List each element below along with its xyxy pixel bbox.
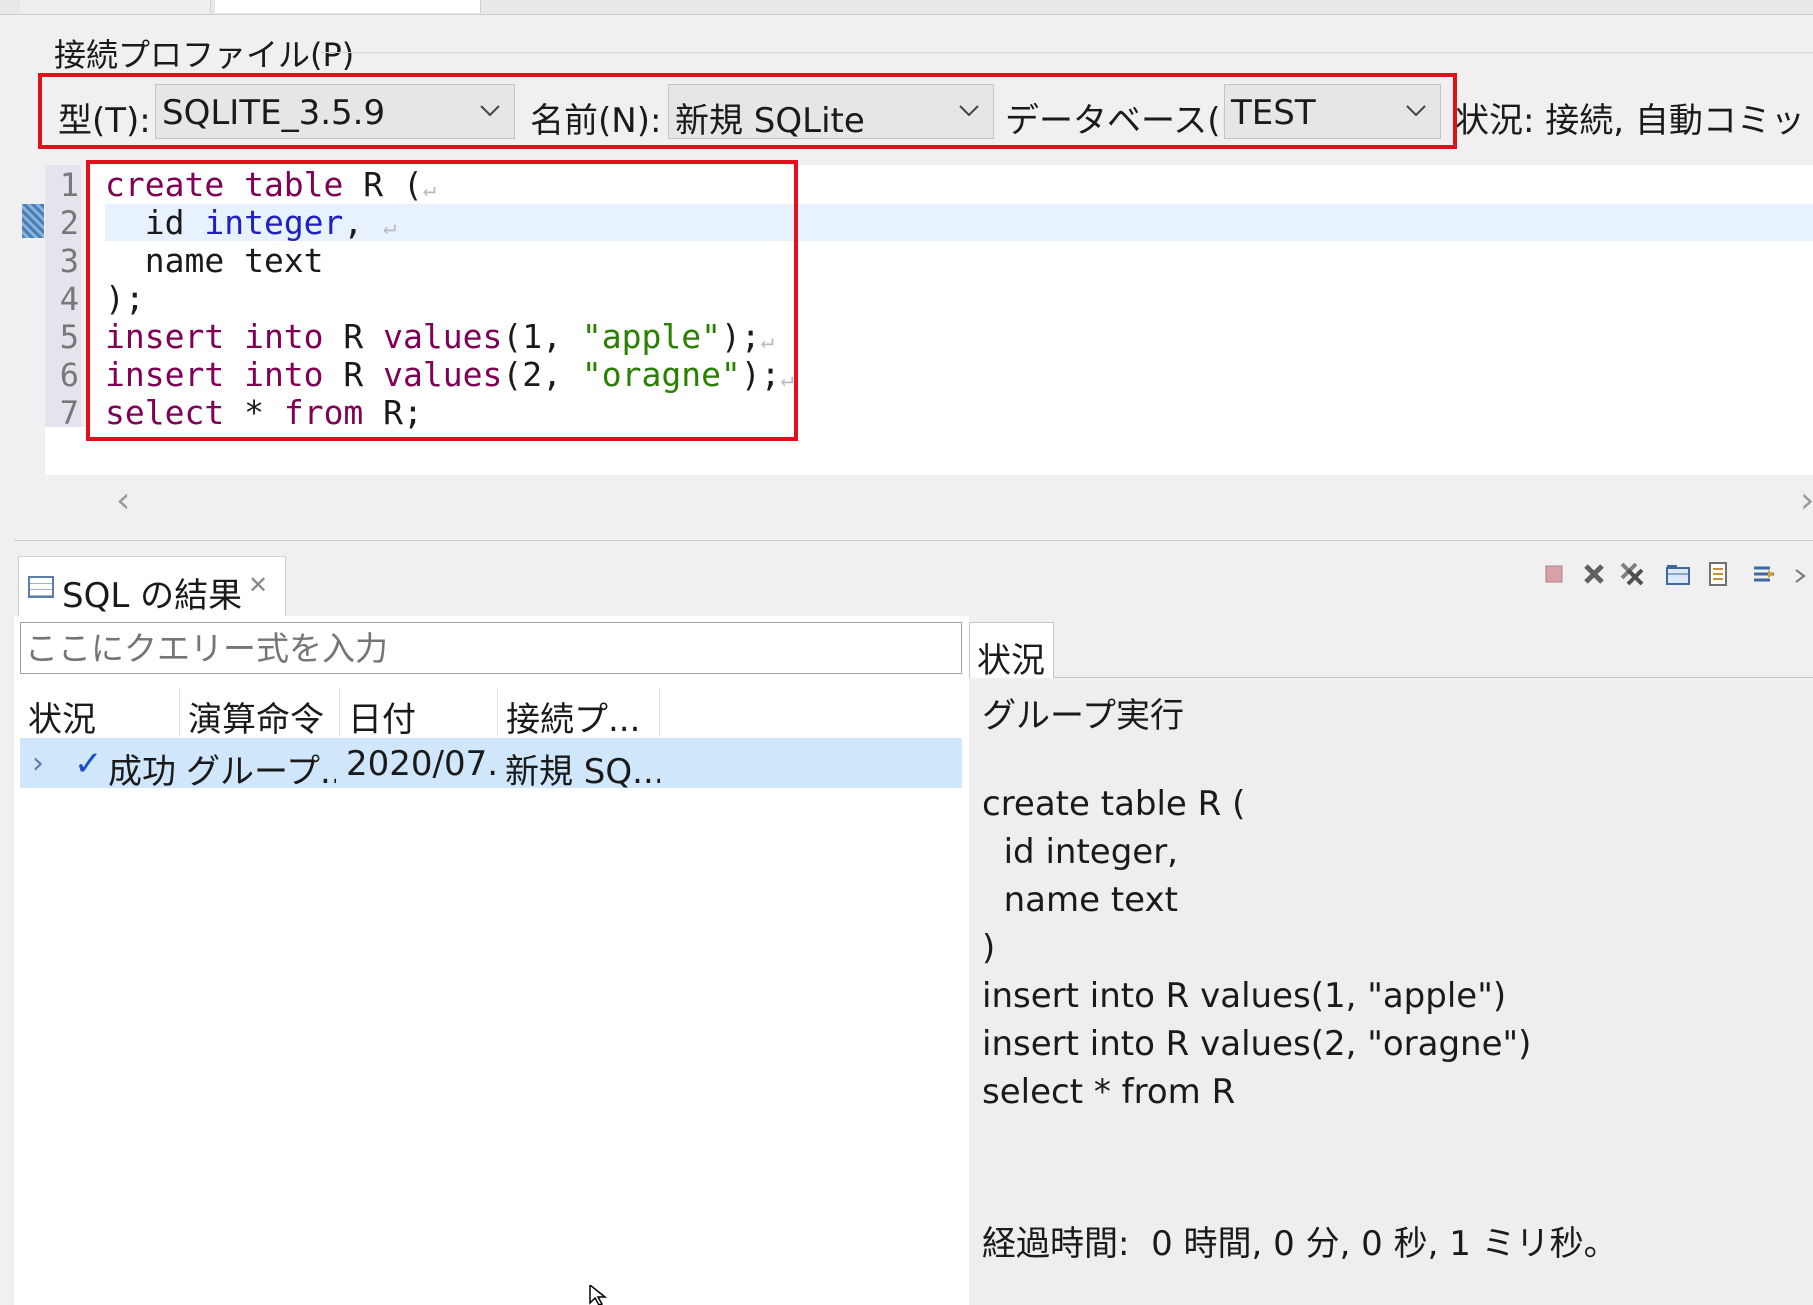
status-detail-line: create table R (	[982, 784, 1246, 824]
editor-horizontal-scrollbar[interactable]	[100, 475, 1813, 527]
mouse-cursor-icon	[589, 1285, 608, 1305]
view-menu-icon[interactable]	[1792, 560, 1813, 588]
status-detail-line: )	[982, 928, 996, 968]
status-detail-line: グループ実行	[982, 696, 1184, 736]
open-table-icon[interactable]	[1664, 560, 1692, 588]
column-header-connection[interactable]: 接続プ...	[498, 688, 660, 736]
connection-status: 状況: 接続, 自動コミット	[1455, 101, 1813, 141]
column-header-operation[interactable]: 演算命令	[180, 688, 340, 736]
line-number: 5	[59, 318, 79, 356]
pane-separator	[14, 540, 1813, 541]
status-detail-line: insert into R values(1, "apple")	[982, 976, 1507, 1016]
profile-group-border	[320, 52, 1813, 53]
line-number: 6	[59, 356, 79, 394]
column-header-status[interactable]: 状況	[20, 688, 180, 736]
row-status: 成功	[108, 752, 176, 792]
stop-icon[interactable]	[1540, 560, 1568, 588]
status-tab-border	[1054, 677, 1813, 678]
line-number: 3	[59, 242, 79, 280]
line-number: 4	[59, 280, 79, 318]
chevron-right-icon[interactable]: ›	[32, 746, 44, 781]
editor-tab[interactable]	[20, 0, 211, 13]
row-operation: グループ...	[186, 752, 336, 792]
pin-icon[interactable]	[1750, 560, 1778, 588]
line-number-ruler: 1234567	[45, 165, 81, 432]
remove-icon[interactable]	[1580, 560, 1608, 588]
connection-profile-title: 接続プロファイル(P)	[54, 36, 355, 74]
status-detail-line: id integer,	[982, 832, 1178, 872]
sql-results-title: SQL の結果	[62, 576, 243, 616]
close-icon[interactable]: ✕	[248, 571, 268, 599]
scroll-right-icon[interactable]: ›	[1800, 480, 1813, 521]
editor-tab-active[interactable]	[215, 0, 481, 13]
status-detail-line: 経過時間: 0 時間, 0 分, 0 秒, 1 ミリ秒。	[982, 1224, 1618, 1264]
save-results-icon[interactable]	[1704, 560, 1732, 588]
status-detail-line: name text	[982, 880, 1178, 920]
highlight-box-editor	[86, 160, 798, 441]
status-detail-line: insert into R values(2, "oragne")	[982, 1024, 1532, 1064]
check-icon: ✓	[74, 744, 103, 784]
table-icon	[28, 576, 54, 598]
status-tab-label: 状況	[977, 641, 1045, 681]
scroll-left-icon[interactable]: ‹	[116, 480, 130, 521]
query-filter-input[interactable]	[20, 622, 962, 674]
status-detail-line: select * from R	[982, 1072, 1236, 1112]
highlight-box-profile	[38, 73, 1457, 149]
row-connection: 新規 SQ...	[505, 752, 660, 792]
row-date: 2020/07...	[346, 744, 496, 784]
line-number: 2	[59, 204, 79, 242]
column-header-date[interactable]: 日付	[340, 688, 498, 736]
remove-all-icon[interactable]	[1618, 560, 1646, 588]
line-number: 1	[59, 166, 79, 204]
current-line-marker	[22, 204, 44, 238]
